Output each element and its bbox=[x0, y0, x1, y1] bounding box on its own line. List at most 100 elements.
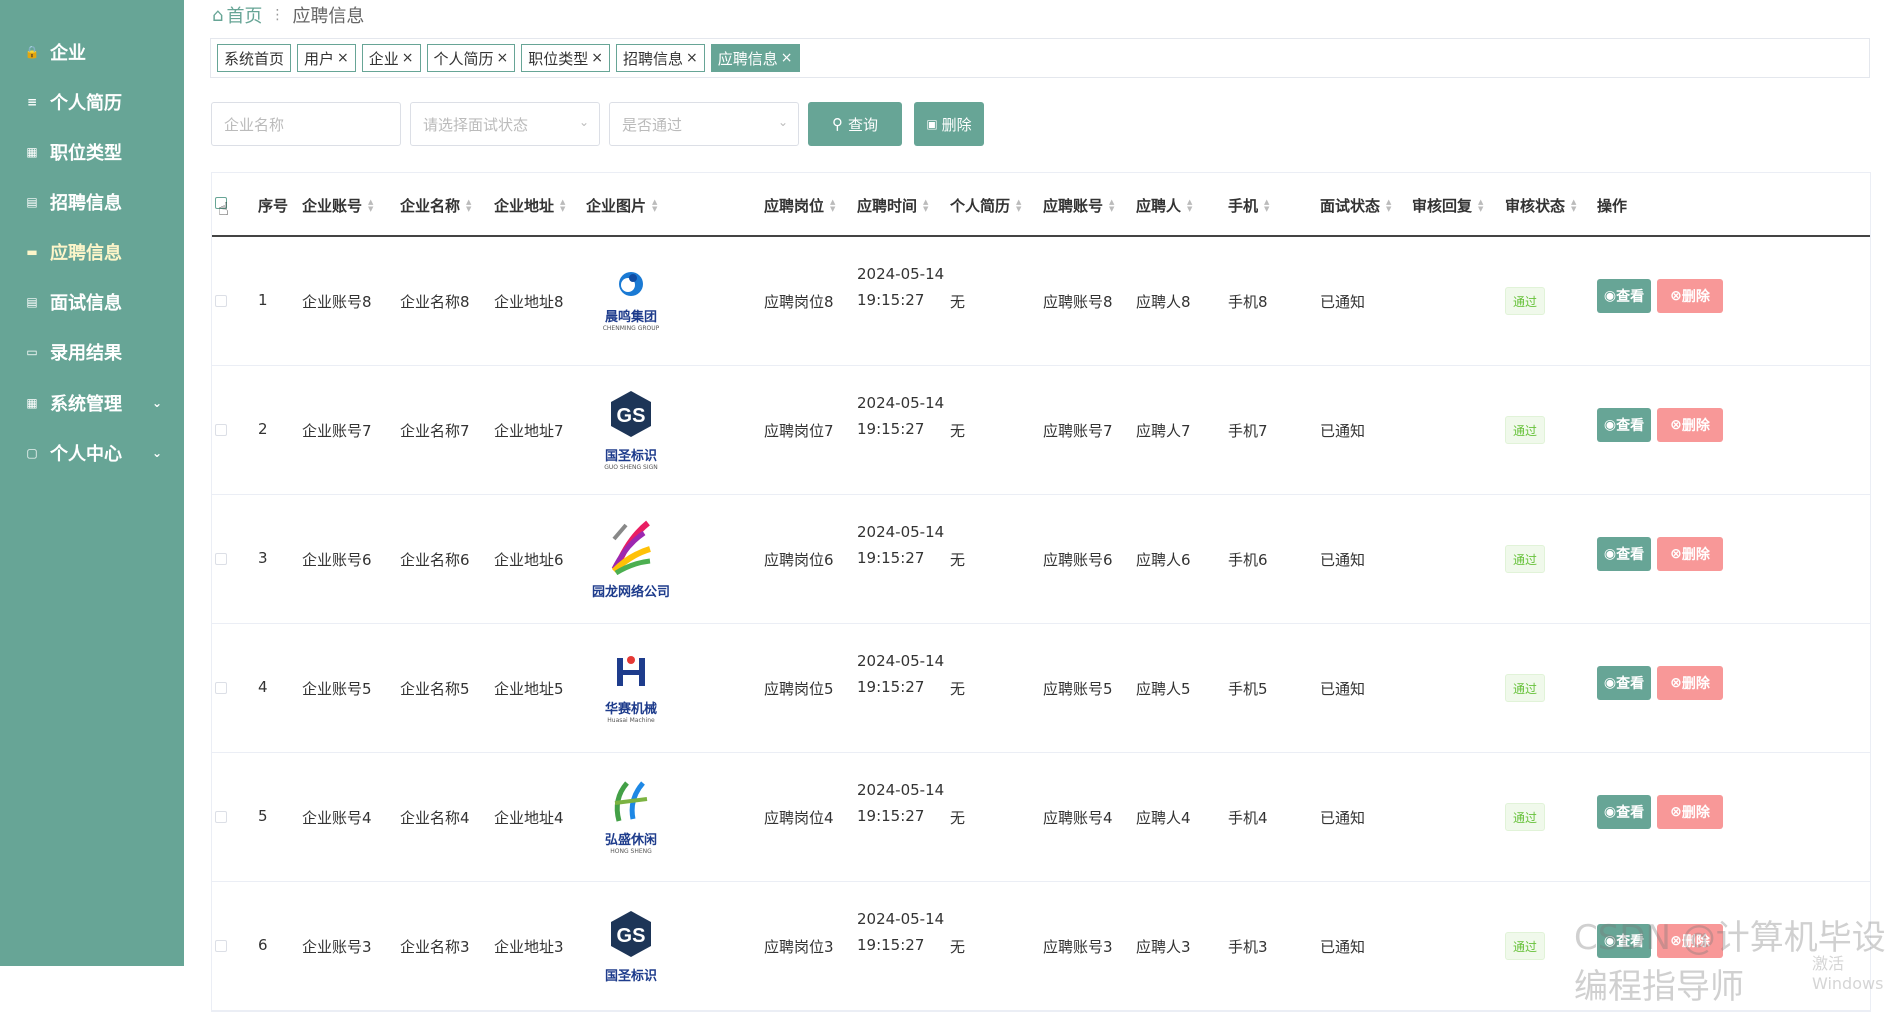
cell-position: 应聘岗位4 bbox=[764, 809, 834, 827]
column-header-label: 手机 bbox=[1228, 197, 1259, 215]
close-icon[interactable]: × bbox=[337, 50, 349, 66]
sort-icon[interactable]: ▲ ▼ bbox=[466, 198, 471, 213]
column-header-2[interactable]: 企业名称 ▲ ▼ bbox=[400, 195, 471, 216]
tab-3[interactable]: 个人简历 × bbox=[426, 44, 516, 72]
row-checkbox[interactable] bbox=[215, 295, 227, 307]
tab-4[interactable]: 职位类型 × bbox=[521, 44, 611, 72]
column-header-1[interactable]: 企业账号 ▲ ▼ bbox=[302, 195, 373, 216]
column-header-6[interactable]: 应聘时间 ▲ ▼ bbox=[857, 195, 928, 216]
sort-icon[interactable]: ▲ ▼ bbox=[560, 198, 565, 213]
view-button[interactable]: ◉ 查看 bbox=[1597, 279, 1651, 313]
column-header-9[interactable]: 应聘人 ▲ ▼ bbox=[1136, 195, 1192, 216]
company-logo: GS 国圣标识 GUO SHENG SIGN bbox=[586, 377, 676, 483]
tab-6[interactable]: 应聘信息 × bbox=[710, 44, 800, 72]
sort-icon[interactable]: ▲ ▼ bbox=[1571, 198, 1576, 213]
delete-button[interactable]: ⊗ 删除 bbox=[1657, 279, 1723, 313]
view-button[interactable]: ◉ 查看 bbox=[1597, 408, 1651, 442]
document-icon: ▢ bbox=[26, 446, 38, 460]
sort-icon[interactable]: ▲ ▼ bbox=[1264, 198, 1269, 213]
tab-1[interactable]: 用户 × bbox=[297, 44, 356, 72]
sort-icon[interactable]: ▲ ▼ bbox=[368, 198, 373, 213]
cell-applicant: 应聘人5 bbox=[1136, 680, 1191, 698]
sidebar-item-label: 面试信息 bbox=[50, 293, 122, 314]
close-icon[interactable]: × bbox=[402, 50, 414, 66]
row-checkbox[interactable] bbox=[215, 940, 227, 952]
row-checkbox[interactable] bbox=[215, 682, 227, 694]
search-icon: ⚲ bbox=[831, 115, 843, 133]
delete-icon: ▣ bbox=[926, 117, 938, 131]
sort-icon[interactable]: ▲ ▼ bbox=[1109, 198, 1114, 213]
cell-name: 企业名称4 bbox=[400, 809, 470, 827]
row-checkbox[interactable] bbox=[215, 424, 227, 436]
table-row: 1 企业账号8 企业名称8 企业地址8 应聘岗位8 无 应聘账号8 应聘人8 手机8 已通知 202… bbox=[212, 237, 1870, 366]
column-header-5[interactable]: 应聘岗位 ▲ ▼ bbox=[764, 195, 835, 216]
delete-button[interactable]: ⊗ 删除 bbox=[1657, 795, 1723, 829]
sidebar-item-label: 个人中心 bbox=[50, 444, 122, 465]
view-button[interactable]: ◉ 查看 bbox=[1597, 537, 1651, 571]
tab-0[interactable]: 系统首页 bbox=[217, 44, 292, 72]
chevron-down-icon: ⌄ bbox=[578, 115, 589, 129]
sort-icon[interactable]: ▲ ▼ bbox=[830, 198, 835, 213]
sort-icon[interactable]: ▲ ▼ bbox=[1187, 198, 1192, 213]
sidebar-item-label: 录用结果 bbox=[50, 343, 122, 364]
sort-icon[interactable]: ▲ ▼ bbox=[923, 198, 928, 213]
row-checkbox[interactable] bbox=[215, 553, 227, 565]
cell-interview: 已通知 bbox=[1320, 293, 1366, 311]
tab-5[interactable]: 招聘信息 × bbox=[616, 44, 705, 72]
breadcrumb-home[interactable]: 首页 bbox=[226, 2, 262, 28]
sidebar-item-6[interactable]: ▭ 录用结果 bbox=[0, 332, 184, 372]
column-header-label: 审核回复 bbox=[1412, 197, 1473, 215]
column-header-8[interactable]: 应聘账号 ▲ ▼ bbox=[1043, 195, 1114, 216]
batch-delete-button[interactable]: ▣ 删除 bbox=[914, 102, 984, 146]
sort-icon[interactable]: ▲ ▼ bbox=[1016, 198, 1021, 213]
row-checkbox[interactable] bbox=[215, 811, 227, 823]
chevron-down-icon: ⌄ bbox=[151, 446, 162, 460]
cell-address: 企业地址4 bbox=[494, 809, 564, 827]
delete-button[interactable]: ⊗ 删除 bbox=[1657, 666, 1723, 700]
column-header-11[interactable]: 面试状态 ▲ ▼ bbox=[1320, 195, 1391, 216]
sidebar-item-7[interactable]: ▦ 系统管理 ⌄ bbox=[0, 383, 184, 423]
pass-select[interactable]: 是否通过 ⌄ bbox=[609, 102, 799, 146]
sort-icon[interactable]: ▲ ▼ bbox=[1386, 198, 1391, 213]
tab-2[interactable]: 企业 × bbox=[361, 44, 421, 72]
close-icon[interactable]: × bbox=[781, 50, 793, 66]
cell-interview: 已通知 bbox=[1320, 422, 1366, 440]
delete-button[interactable]: ⊗ 删除 bbox=[1657, 408, 1723, 442]
home-icon[interactable]: ⌂ bbox=[212, 5, 223, 26]
sidebar-item-5[interactable]: ▤ 面试信息 bbox=[0, 282, 184, 322]
interview-status-select[interactable]: 请选择面试状态 ⌄ bbox=[410, 102, 600, 146]
column-header-3[interactable]: 企业地址 ▲ ▼ bbox=[494, 195, 565, 216]
column-header-12[interactable]: 审核回复 ▲ ▼ bbox=[1412, 195, 1483, 216]
sidebar-item-3[interactable]: ▤ 招聘信息 bbox=[0, 182, 184, 222]
company-name-input[interactable]: 企业名称 bbox=[211, 102, 401, 146]
cell-account: 企业账号4 bbox=[302, 809, 372, 827]
close-icon[interactable]: × bbox=[591, 50, 603, 66]
sort-icon[interactable]: ▲ ▼ bbox=[652, 198, 657, 213]
cell-time: 19:15:27 bbox=[857, 807, 925, 825]
sort-icon[interactable]: ▲ ▼ bbox=[1478, 198, 1483, 213]
table-row: 5 企业账号4 企业名称4 企业地址4 应聘岗位4 无 应聘账号4 应聘人4 手机4 已通知 202… bbox=[212, 753, 1870, 882]
sidebar-item-4[interactable]: ▬ 应聘信息 bbox=[0, 232, 184, 272]
column-header-7[interactable]: 个人简历 ▲ ▼ bbox=[950, 195, 1021, 216]
sidebar-item-0[interactable]: 🔒 企业 bbox=[0, 32, 184, 72]
tab-label: 职位类型 bbox=[528, 49, 589, 68]
column-header-13[interactable]: 审核状态 ▲ ▼ bbox=[1505, 195, 1576, 216]
view-button[interactable]: ◉ 查看 bbox=[1597, 795, 1651, 829]
view-button[interactable]: ◉ 查看 bbox=[1597, 666, 1651, 700]
sidebar-item-8[interactable]: ▢ 个人中心 ⌄ bbox=[0, 433, 184, 473]
close-icon[interactable]: × bbox=[686, 50, 698, 66]
delete-button-label: 删除 bbox=[1681, 676, 1710, 692]
lock-icon: 🔒 bbox=[24, 45, 40, 59]
sidebar-item-1[interactable]: ≡ 个人简历 bbox=[0, 82, 184, 122]
close-icon[interactable]: × bbox=[497, 50, 509, 66]
delete-button[interactable]: ⊗ 删除 bbox=[1657, 537, 1723, 571]
cell-date: 2024-05-14 bbox=[857, 652, 945, 670]
column-header-0: 序号 bbox=[258, 195, 288, 216]
column-header-4[interactable]: 企业图片 ▲ ▼ bbox=[586, 195, 657, 216]
company-name-placeholder: 企业名称 bbox=[224, 115, 285, 134]
sidebar-item-2[interactable]: ▦ 职位类型 bbox=[0, 132, 184, 172]
logo-subcaption: HONG SHENG bbox=[610, 848, 652, 855]
query-button[interactable]: ⚲ 查询 bbox=[808, 102, 902, 146]
column-header-10[interactable]: 手机 ▲ ▼ bbox=[1228, 195, 1269, 216]
status-badge: 通过 bbox=[1505, 932, 1545, 960]
